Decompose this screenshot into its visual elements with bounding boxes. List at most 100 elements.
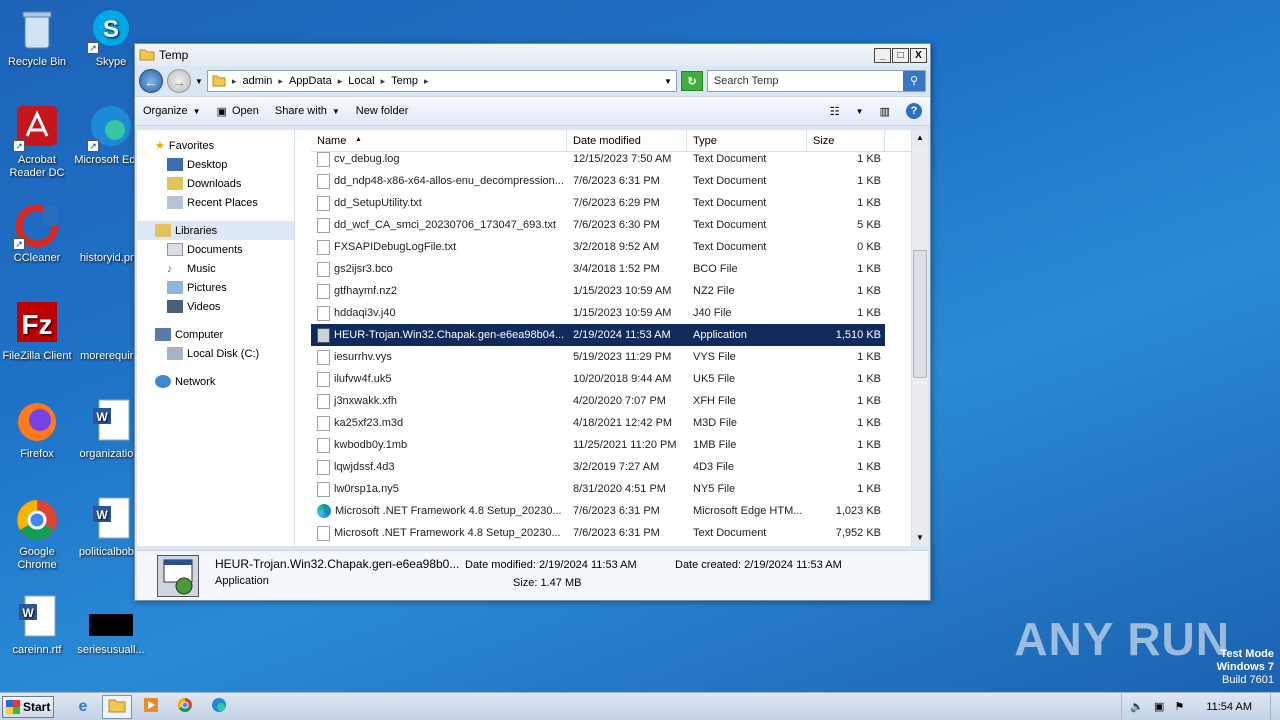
file-row[interactable]: gs2ijsr3.bco 3/4/2018 1:52 PM BCO File 1 KB bbox=[311, 258, 885, 280]
nav-favorites-label: Favorites bbox=[168, 139, 215, 152]
desktop-icon-recycle-bin[interactable]: Recycle Bin bbox=[0, 6, 74, 69]
scroll-down-icon[interactable]: ▼ bbox=[912, 530, 928, 546]
volume-icon[interactable]: 🔈 bbox=[1130, 700, 1144, 713]
file-size: 5 KB bbox=[857, 219, 881, 231]
file-row[interactable]: Microsoft .NET Framework 4.8 Setup_20230… bbox=[311, 522, 885, 544]
nav-local-disk[interactable]: Local Disk (C:) bbox=[137, 344, 294, 363]
file-row[interactable]: kwbodb0y.1mb 11/25/2021 11:20 PM 1MB File 1… bbox=[311, 434, 885, 456]
skype-icon: S ↗ bbox=[87, 6, 135, 54]
file-row[interactable]: dd_ndp48-x86-x64-allos-enu_decompression… bbox=[311, 170, 885, 192]
breadcrumb-admin[interactable]: admin bbox=[242, 75, 272, 87]
nav-computer[interactable]: Computer bbox=[137, 325, 294, 344]
open-button[interactable]: ▣ Open bbox=[217, 105, 259, 118]
breadcrumb-separator-icon[interactable]: ▸ bbox=[381, 76, 386, 87]
file-row[interactable]: lqwjdssf.4d3 3/2/2019 7:27 AM 4D3 File 1 KB bbox=[311, 456, 885, 478]
address-bar[interactable]: ▸ admin ▸ AppData ▸ Local ▸ Temp ▸ ▼ bbox=[206, 70, 677, 92]
application-icon bbox=[157, 555, 199, 597]
search-input[interactable]: Search Temp bbox=[714, 75, 779, 87]
close-button[interactable]: X bbox=[910, 47, 927, 63]
taskbar-edge[interactable] bbox=[204, 695, 234, 719]
breadcrumb-separator-icon[interactable]: ▸ bbox=[278, 76, 283, 87]
taskbar-ie[interactable]: e bbox=[68, 695, 98, 719]
action-center-flag-icon[interactable]: ⚑ bbox=[1174, 700, 1184, 713]
minimize-button[interactable]: _ bbox=[874, 47, 891, 63]
search-icon[interactable]: ⚲ bbox=[903, 71, 925, 91]
breadcrumb-separator-icon[interactable]: ▸ bbox=[338, 76, 343, 87]
file-name: iesurrhv.vys bbox=[334, 351, 392, 363]
file-row[interactable]: gtfhaymf.nz2 1/15/2023 10:59 AM NZ2 File 1 … bbox=[311, 280, 885, 302]
file-row[interactable]: j3nxwakk.xfh 4/20/2020 7:07 PM XFH File 1 K… bbox=[311, 390, 885, 412]
nav-libraries[interactable]: Libraries bbox=[137, 221, 294, 240]
desktop-icon-firefox[interactable]: Firefox bbox=[0, 398, 74, 461]
nav-music[interactable]: ♪ Music bbox=[137, 259, 294, 278]
desktop-icon-chrome[interactable]: Google Chrome bbox=[0, 496, 74, 572]
new-folder-button[interactable]: New folder bbox=[356, 105, 409, 117]
file-row[interactable]: HEUR-Trojan.Win32.Chapak.gen-e6ea98b04..… bbox=[311, 324, 885, 346]
breadcrumb-local[interactable]: Local bbox=[348, 75, 374, 87]
desktop-icon-careinn[interactable]: W careinn.rtf bbox=[0, 594, 74, 657]
start-button[interactable]: Start bbox=[2, 695, 54, 718]
refresh-button[interactable]: ↻ bbox=[680, 71, 703, 91]
recent-pages-dropdown-icon[interactable]: ▼ bbox=[195, 77, 203, 86]
breadcrumb-separator-icon[interactable]: ▸ bbox=[232, 76, 237, 87]
nav-documents[interactable]: Documents bbox=[137, 240, 294, 259]
system-tray: 🔈 ▣ ⚑ 11:54 AM bbox=[1121, 692, 1270, 720]
file-date: 5/19/2023 11:29 PM bbox=[573, 351, 672, 363]
nav-recent-places[interactable]: Recent Places bbox=[137, 193, 294, 212]
file-row[interactable]: Microsoft .NET Framework 4.8 Setup_20230… bbox=[311, 500, 885, 522]
scroll-thumb[interactable] bbox=[913, 250, 927, 378]
breadcrumb-temp[interactable]: Temp bbox=[391, 75, 418, 87]
organize-button[interactable]: Organize ▼ bbox=[143, 105, 201, 117]
clock[interactable]: 11:54 AM bbox=[1206, 701, 1252, 713]
share-with-button[interactable]: Share with ▼ bbox=[275, 105, 340, 117]
taskbar-explorer[interactable] bbox=[102, 694, 132, 719]
document-icon bbox=[317, 349, 330, 365]
address-dropdown-icon[interactable]: ▼ bbox=[664, 77, 672, 86]
nav-favorites[interactable]: ★ Favorites bbox=[137, 136, 294, 155]
help-icon[interactable]: ? bbox=[906, 103, 922, 119]
maximize-button[interactable]: □ bbox=[892, 47, 909, 63]
file-name: j3nxwakk.xfh bbox=[334, 395, 397, 407]
desktop-icon-seriesusuall[interactable]: seriesusuall... bbox=[74, 594, 148, 657]
network-status-icon[interactable]: ▣ bbox=[1154, 700, 1164, 713]
search-box[interactable]: Search Temp ⚲ bbox=[706, 70, 926, 92]
desktop-icon-filezilla[interactable]: Fz FileZilla Client bbox=[0, 300, 74, 363]
show-desktop-button[interactable] bbox=[1270, 692, 1280, 720]
breadcrumb-appdata[interactable]: AppData bbox=[289, 75, 332, 87]
back-button[interactable]: ← bbox=[139, 69, 163, 93]
file-row[interactable]: hddaqi3v.j40 1/15/2023 10:59 AM J40 File 1 … bbox=[311, 302, 885, 324]
file-date: 10/20/2018 9:44 AM bbox=[573, 373, 672, 385]
forward-button[interactable]: → bbox=[167, 69, 191, 93]
column-date-label: Date modified bbox=[573, 135, 641, 147]
taskbar-media-player[interactable] bbox=[136, 695, 166, 719]
file-size: 1 KB bbox=[857, 285, 881, 297]
desktop-icon-acrobat[interactable]: ↗ Acrobat Reader DC bbox=[0, 104, 74, 180]
file-row[interactable]: lw0rsp1a.ny5 8/31/2020 4:51 PM NY5 File 1 K… bbox=[311, 478, 885, 500]
file-row[interactable]: ka25xf23.m3d 4/18/2021 12:42 PM M3D File 1 … bbox=[311, 412, 885, 434]
file-row[interactable]: iesurrhv.vys 5/19/2023 11:29 PM VYS File 1 … bbox=[311, 346, 885, 368]
preview-pane-icon[interactable]: ▥ bbox=[880, 105, 890, 118]
breadcrumb-separator-icon[interactable]: ▸ bbox=[424, 76, 429, 87]
taskbar-chrome[interactable] bbox=[170, 695, 200, 719]
file-type: Microsoft Edge HTM... bbox=[693, 505, 803, 517]
scroll-up-icon[interactable]: ▲ bbox=[912, 130, 928, 146]
nav-network[interactable]: Network bbox=[137, 372, 294, 391]
file-row[interactable]: dd_wcf_CA_smci_20230706_173047_693.txt 7/… bbox=[311, 214, 885, 236]
anyrun-watermark: ANY RUN bbox=[1014, 613, 1230, 665]
file-type: Text Document bbox=[693, 241, 767, 253]
network-icon bbox=[155, 375, 171, 388]
nav-pictures[interactable]: Pictures bbox=[137, 278, 294, 297]
vertical-scrollbar[interactable]: ▲ ▼ bbox=[911, 130, 928, 546]
desktop-icon-ccleaner[interactable]: ↗ CCleaner bbox=[0, 202, 74, 265]
file-row[interactable]: ilufvw4f.uk5 10/20/2018 9:44 AM UK5 File 1 … bbox=[311, 368, 885, 390]
nav-desktop[interactable]: Desktop bbox=[137, 155, 294, 174]
views-dropdown-icon[interactable]: ▼ bbox=[856, 107, 864, 116]
nav-downloads[interactable]: Downloads bbox=[137, 174, 294, 193]
edge-icon bbox=[211, 697, 227, 716]
nav-videos[interactable]: Videos bbox=[137, 297, 294, 316]
views-icon[interactable]: ☷ bbox=[830, 105, 840, 118]
title-bar[interactable]: Temp _ □ X bbox=[135, 44, 930, 66]
file-row[interactable]: FXSAPIDebugLogFile.txt 3/2/2018 9:52 AM Te… bbox=[311, 236, 885, 258]
file-row[interactable]: dd_SetupUtility.txt 7/6/2023 6:29 PM Text … bbox=[311, 192, 885, 214]
file-row[interactable]: cv_debug.log 12/15/2023 7:50 AM Text Docum… bbox=[311, 148, 885, 170]
